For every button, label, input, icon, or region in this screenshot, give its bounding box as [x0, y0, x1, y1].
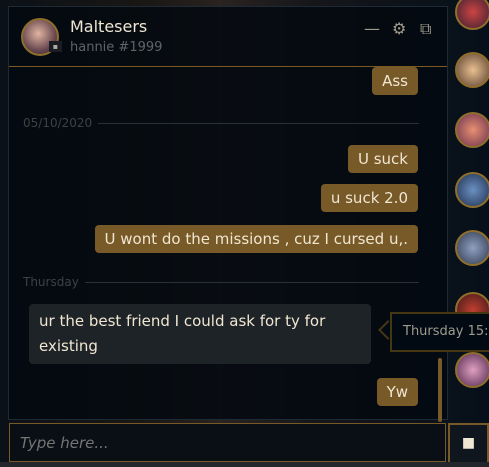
chat-bubble-icon: ▪ [49, 41, 62, 52]
friend-avatar[interactable] [455, 230, 489, 266]
popout-icon[interactable]: ⧉ [420, 19, 431, 39]
friend-avatar[interactable] [455, 352, 489, 388]
friend-avatar[interactable] [455, 172, 489, 208]
chat-window: ▪ Maltesers hannie #1999 — ⚙ ⧉ Ass 05/10… [8, 6, 448, 422]
date-separator: Thursday [23, 275, 419, 289]
friend-avatar[interactable] [455, 52, 489, 88]
message-list: Ass 05/10/2020 U suck u suck 2.0 U wont … [9, 67, 447, 422]
gear-icon[interactable]: ⚙ [392, 19, 406, 38]
message-outgoing: Yw [376, 378, 418, 406]
message-outgoing: U wont do the missions , cuz I cursed u,… [94, 225, 418, 253]
date-label: Thursday [23, 275, 79, 289]
friend-avatar[interactable] [455, 112, 489, 148]
friend-tag: hannie #1999 [70, 40, 163, 55]
date-separator: 05/10/2020 [23, 116, 419, 130]
chat-bubble-icon: ■ [461, 435, 476, 451]
message-input[interactable] [9, 423, 446, 462]
scrollbar[interactable] [438, 358, 442, 422]
message-outgoing: u suck 2.0 [320, 184, 418, 212]
message-outgoing: Ass [372, 67, 418, 95]
minimize-icon[interactable]: — [364, 19, 380, 38]
friend-name: Maltesers [70, 17, 148, 36]
message-outgoing: U suck [347, 145, 418, 173]
chat-header: ▪ Maltesers hannie #1999 — ⚙ ⧉ [9, 7, 447, 67]
date-label: 05/10/2020 [23, 116, 93, 130]
message-incoming: ur the best friend I could ask for ty fo… [29, 304, 371, 364]
timestamp-tooltip: Thursday 15: [390, 312, 489, 352]
bottom-bar [0, 462, 489, 467]
send-button[interactable]: ■ [448, 423, 489, 464]
